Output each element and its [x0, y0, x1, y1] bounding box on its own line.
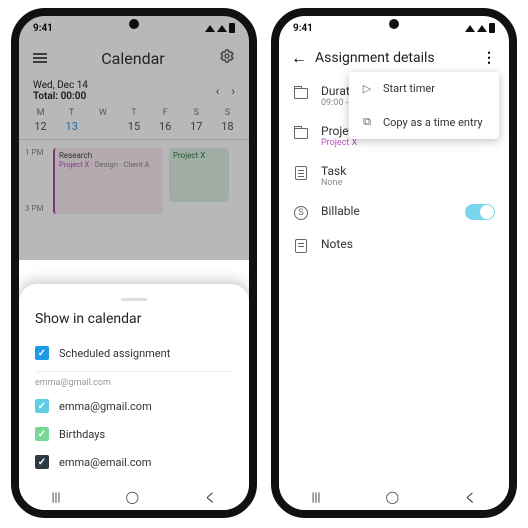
event-projectx[interactable]: Project X — [169, 148, 229, 202]
status-icons — [205, 23, 235, 33]
signal-icon — [465, 25, 475, 32]
folder-icon — [293, 125, 309, 141]
clock: 9:41 — [293, 23, 313, 34]
checkbox-icon: ✓ — [35, 399, 49, 413]
menu-start-timer[interactable]: ▷ Start timer — [349, 72, 499, 105]
row-task[interactable]: Task None — [279, 156, 509, 196]
overflow-menu-icon[interactable]: ⋮ — [482, 50, 497, 66]
menu-copy-entry[interactable]: ⧉ Copy as a time entry — [349, 105, 499, 139]
date-subheader: Wed, Dec 14 Total: 00:00 ‹ › — [19, 76, 249, 108]
battery-icon — [229, 23, 235, 33]
event-research[interactable]: Research Project X · Design · Client A — [53, 148, 163, 214]
context-menu: ▷ Start timer ⧉ Copy as a time entry — [349, 72, 499, 139]
sheet-title: Show in calendar — [35, 311, 233, 327]
menu-icon[interactable] — [33, 51, 47, 66]
bottom-sheet: Show in calendar ✓ Scheduled assignment … — [19, 284, 249, 484]
row-billable[interactable]: S Billable — [279, 196, 509, 229]
checkbox-icon: ✓ — [35, 427, 49, 441]
recents-button[interactable]: ||| — [312, 490, 321, 504]
hour-label: 1 PM — [25, 148, 44, 157]
checkbox-cal-gmail[interactable]: ✓ emma@gmail.com — [35, 392, 233, 420]
signal-icon — [477, 25, 487, 32]
checkbox-cal-birthdays[interactable]: ✓ Birthdays — [35, 420, 233, 448]
back-button[interactable]: く — [204, 489, 216, 506]
page-title: Calendar — [101, 49, 164, 68]
back-arrow-icon[interactable]: ← — [291, 48, 307, 68]
camera-notch — [389, 19, 399, 29]
android-navbar: ||| ◯ く — [279, 484, 509, 510]
phone-details: 9:41 ← Assignment details ⋮ Duration 09:… — [271, 8, 517, 518]
row-notes[interactable]: Notes — [279, 229, 509, 262]
date-cell-today[interactable]: 14 — [87, 120, 118, 133]
next-week-button[interactable]: › — [231, 84, 235, 98]
hour-label: 3 PM — [25, 204, 44, 213]
total-hours: Total: 00:00 — [33, 91, 88, 102]
checkbox-scheduled[interactable]: ✓ Scheduled assignment — [35, 339, 233, 367]
folder-icon — [293, 85, 309, 101]
recents-button[interactable]: ||| — [52, 490, 61, 504]
date-cell[interactable]: 13 — [56, 120, 87, 133]
task-icon — [293, 165, 309, 181]
signal-icon — [205, 25, 215, 32]
date-cell[interactable]: 18 — [212, 120, 243, 133]
billable-toggle[interactable] — [465, 204, 495, 220]
date-row: 12 13 14 15 16 17 18 — [19, 118, 249, 140]
home-button[interactable]: ◯ — [126, 490, 139, 504]
settings-icon[interactable] — [219, 48, 235, 68]
page-title: Assignment details — [315, 50, 474, 66]
account-label: emma@gmail.com — [35, 376, 233, 392]
checkbox-cal-email[interactable]: ✓ emma@email.com — [35, 448, 233, 476]
date-cell[interactable]: 12 — [25, 120, 56, 133]
date-cell[interactable]: 17 — [181, 120, 212, 133]
billable-icon: S — [293, 205, 309, 221]
day-timeline[interactable]: 1 PM 3 PM Research Project X · Design · … — [19, 140, 249, 250]
play-icon: ▷ — [361, 82, 373, 95]
battery-icon — [489, 23, 495, 33]
checkbox-icon: ✓ — [35, 455, 49, 469]
status-icons — [465, 23, 495, 33]
copy-icon: ⧉ — [361, 115, 373, 129]
date-cell[interactable]: 16 — [150, 120, 181, 133]
back-button[interactable]: く — [464, 489, 476, 506]
clock: 9:41 — [33, 23, 53, 34]
prev-week-button[interactable]: ‹ — [216, 84, 220, 98]
detail-header: ← Assignment details ⋮ — [279, 40, 509, 76]
current-date: Wed, Dec 14 — [33, 80, 88, 91]
camera-notch — [129, 19, 139, 29]
calendar-header: Calendar — [19, 40, 249, 76]
home-button[interactable]: ◯ — [386, 490, 399, 504]
weekday-row: M T W T F S S — [19, 108, 249, 118]
date-cell[interactable]: 15 — [118, 120, 149, 133]
android-navbar: ||| ◯ く — [19, 484, 249, 510]
notes-icon — [293, 238, 309, 254]
phone-calendar: 9:41 Calendar Wed, Dec 14 Total: 00:00 ‹… — [11, 8, 257, 518]
checkbox-icon: ✓ — [35, 346, 49, 360]
signal-icon — [217, 25, 227, 32]
drag-handle[interactable] — [121, 298, 147, 301]
